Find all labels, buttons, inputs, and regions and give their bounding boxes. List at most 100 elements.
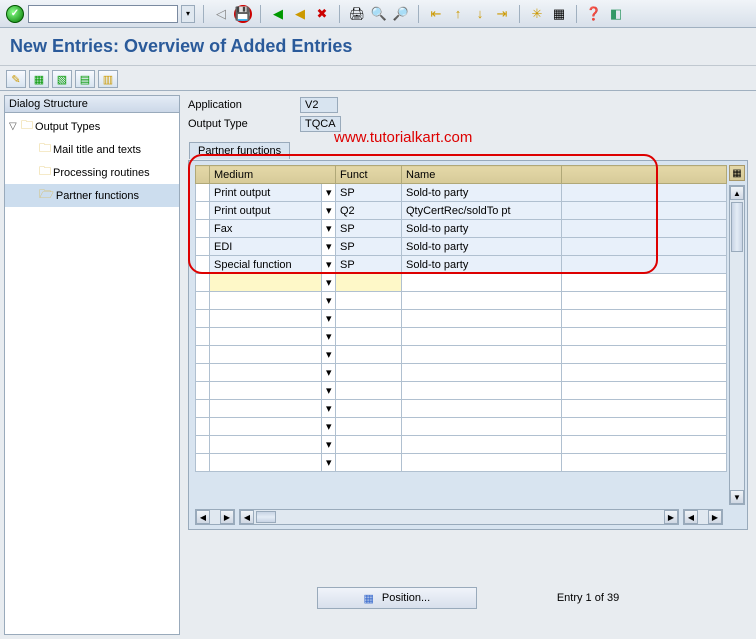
- dropdown-icon[interactable]: ▾: [322, 310, 336, 328]
- row-selector[interactable]: [196, 256, 210, 274]
- back-icon[interactable]: ◁: [212, 5, 230, 23]
- hscroll-seg[interactable]: ◀ ▶: [239, 509, 679, 525]
- cell-medium[interactable]: [210, 274, 322, 292]
- dropdown-icon[interactable]: ▾: [322, 328, 336, 346]
- cell-medium[interactable]: Print output: [210, 184, 322, 202]
- row-selector[interactable]: [196, 220, 210, 238]
- table-row[interactable]: ▾: [196, 310, 727, 328]
- col-medium[interactable]: Medium: [210, 166, 336, 184]
- dropdown-icon[interactable]: ▾: [322, 418, 336, 436]
- scroll-right-icon[interactable]: ▶: [220, 510, 234, 524]
- row-selector[interactable]: [196, 184, 210, 202]
- next-page-icon[interactable]: ↓: [471, 5, 489, 23]
- expand-tree-button[interactable]: ✎: [6, 70, 26, 88]
- command-field[interactable]: [28, 5, 178, 23]
- table-row[interactable]: Print output ▾ Q2 QtyCertRec/soldTo pt: [196, 202, 727, 220]
- table-row[interactable]: ▾: [196, 292, 727, 310]
- find-next-icon[interactable]: 🔎: [392, 5, 410, 23]
- nav-back-icon[interactable]: ◀: [269, 5, 287, 23]
- cell-funct[interactable]: Q2: [336, 202, 402, 220]
- table-row[interactable]: ▾: [196, 328, 727, 346]
- select-all-button[interactable]: ▦: [29, 70, 49, 88]
- table-row[interactable]: ▾: [196, 418, 727, 436]
- dropdown-icon[interactable]: ▾: [322, 346, 336, 364]
- find-icon[interactable]: 🔍: [370, 5, 388, 23]
- position-button[interactable]: ▦ Position...: [317, 587, 477, 609]
- tree-item-partner-functions[interactable]: 🗁 Partner functions: [5, 184, 179, 207]
- table-row[interactable]: Fax ▾ SP Sold-to party: [196, 220, 727, 238]
- dropdown-icon[interactable]: ▾: [322, 436, 336, 454]
- cancel-icon[interactable]: ✖: [313, 5, 331, 23]
- prev-page-icon[interactable]: ↑: [449, 5, 467, 23]
- col-rowsel[interactable]: [196, 166, 210, 184]
- command-dropdown-icon[interactable]: ▾: [181, 5, 195, 23]
- col-name[interactable]: Name: [402, 166, 562, 184]
- first-page-icon[interactable]: ⇤: [427, 5, 445, 23]
- tree-root-output-types[interactable]: ▽ 🗀 Output Types: [5, 115, 179, 138]
- row-selector[interactable]: [196, 238, 210, 256]
- table-row[interactable]: EDI ▾ SP Sold-to party: [196, 238, 727, 256]
- cell-funct[interactable]: SP: [336, 238, 402, 256]
- scroll-left-icon[interactable]: ◀: [196, 510, 210, 524]
- dropdown-icon[interactable]: ▾: [322, 382, 336, 400]
- nav-exit-icon[interactable]: ◀: [291, 5, 309, 23]
- dropdown-icon[interactable]: ▾: [322, 256, 336, 274]
- customize-icon[interactable]: ◧: [607, 5, 625, 23]
- row-selector[interactable]: [196, 202, 210, 220]
- table-row[interactable]: ▾: [196, 274, 727, 292]
- vertical-scrollbar[interactable]: ▲ ▼: [729, 185, 745, 505]
- dropdown-icon[interactable]: ▾: [322, 238, 336, 256]
- dropdown-icon[interactable]: ▾: [322, 364, 336, 382]
- dropdown-icon[interactable]: ▾: [322, 292, 336, 310]
- row-selector[interactable]: [196, 274, 210, 292]
- dropdown-icon[interactable]: ▾: [322, 274, 336, 292]
- cell-funct[interactable]: SP: [336, 220, 402, 238]
- scroll-up-icon[interactable]: ▲: [730, 186, 744, 200]
- table-row[interactable]: ▾: [196, 436, 727, 454]
- save-icon[interactable]: 💾: [234, 5, 252, 23]
- folder-icon: 🗀: [39, 162, 51, 183]
- tb-btn-4[interactable]: ▤: [75, 70, 95, 88]
- create-session-icon[interactable]: ✳: [528, 5, 546, 23]
- layout-icon[interactable]: ▦: [550, 5, 568, 23]
- cell-funct[interactable]: SP: [336, 184, 402, 202]
- deselect-button[interactable]: ▧: [52, 70, 72, 88]
- hscroll-seg[interactable]: ◀ ▶: [195, 509, 235, 525]
- scroll-right-icon[interactable]: ▶: [664, 510, 678, 524]
- scroll-down-icon[interactable]: ▼: [730, 490, 744, 504]
- dropdown-icon[interactable]: ▾: [322, 454, 336, 472]
- table-row[interactable]: ▾: [196, 346, 727, 364]
- table-row[interactable]: ▾: [196, 454, 727, 472]
- dropdown-icon[interactable]: ▾: [322, 400, 336, 418]
- scroll-thumb[interactable]: [731, 202, 743, 252]
- table-row[interactable]: ▾: [196, 382, 727, 400]
- cell-funct[interactable]: [336, 274, 402, 292]
- config-icon[interactable]: ▦: [729, 165, 745, 181]
- cell-medium[interactable]: Print output: [210, 202, 322, 220]
- tb-btn-5[interactable]: ▥: [98, 70, 118, 88]
- col-funct[interactable]: Funct: [336, 166, 402, 184]
- collapse-icon[interactable]: ▽: [9, 121, 19, 132]
- last-page-icon[interactable]: ⇥: [493, 5, 511, 23]
- cell-medium[interactable]: Special function: [210, 256, 322, 274]
- table-row[interactable]: Special function ▾ SP Sold-to party: [196, 256, 727, 274]
- tree-item-mail-title[interactable]: 🗀 Mail title and texts: [5, 138, 179, 161]
- cell-funct[interactable]: SP: [336, 256, 402, 274]
- enter-icon[interactable]: [6, 5, 24, 23]
- dropdown-icon[interactable]: ▾: [322, 184, 336, 202]
- table-row[interactable]: ▾: [196, 364, 727, 382]
- dropdown-icon[interactable]: ▾: [322, 202, 336, 220]
- cell-medium[interactable]: Fax: [210, 220, 322, 238]
- scroll-right-icon[interactable]: ▶: [708, 510, 722, 524]
- tree-item-processing[interactable]: 🗀 Processing routines: [5, 161, 179, 184]
- hscroll-seg[interactable]: ◀ ▶: [683, 509, 723, 525]
- dropdown-icon[interactable]: ▾: [322, 220, 336, 238]
- scroll-left-icon[interactable]: ◀: [240, 510, 254, 524]
- table-row[interactable]: Print output ▾ SP Sold-to party: [196, 184, 727, 202]
- print-icon[interactable]: 🖨: [348, 5, 366, 23]
- table-row[interactable]: ▾: [196, 400, 727, 418]
- scroll-thumb[interactable]: [256, 511, 276, 523]
- cell-medium[interactable]: EDI: [210, 238, 322, 256]
- help-icon[interactable]: ❓: [585, 5, 603, 23]
- scroll-left-icon[interactable]: ◀: [684, 510, 698, 524]
